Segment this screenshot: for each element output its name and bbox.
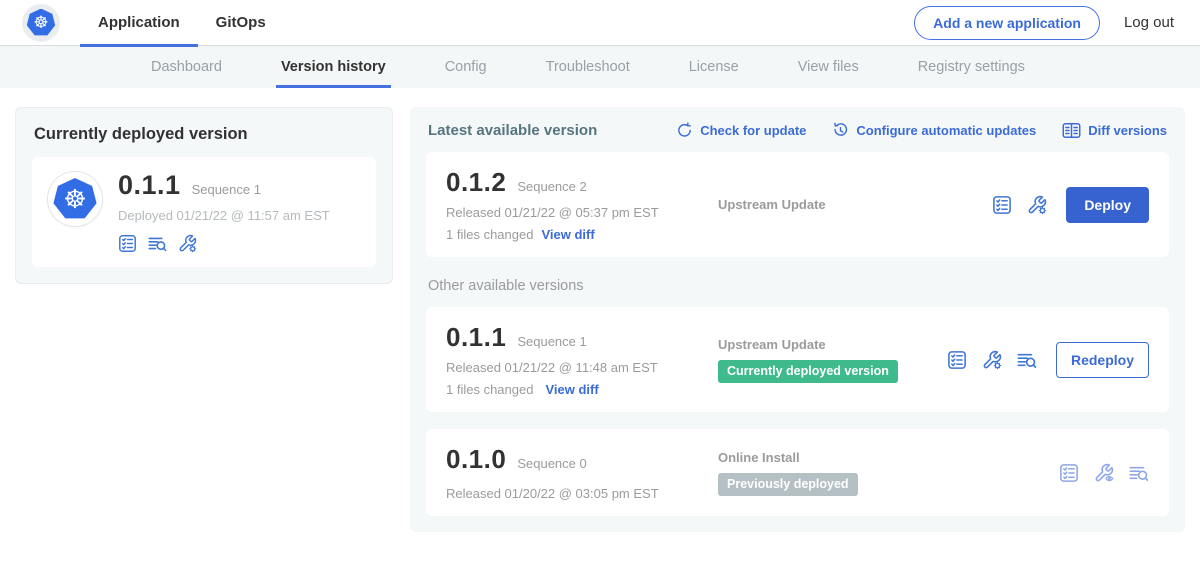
released-timestamp: Released 01/21/22 @ 11:48 am EST: [446, 360, 704, 375]
view-diff-link[interactable]: View diff: [545, 382, 598, 397]
subnav-tab-view-files[interactable]: View files: [797, 46, 860, 88]
files-changed-label: 1 files changed: [446, 382, 533, 397]
source-label: Upstream Update: [718, 197, 992, 212]
version-number: 0.1.2: [446, 167, 506, 198]
app-subnav: Dashboard Version history Config Trouble…: [0, 46, 1200, 88]
deploy-logs-icon[interactable]: [148, 234, 167, 253]
currently-deployed-card: Currently deployed version ☸ 0.1.1 Seque…: [15, 107, 393, 284]
view-diff-link[interactable]: View diff: [541, 227, 594, 242]
release-notes-icon[interactable]: [118, 234, 137, 253]
version-info: 0.1.1 Sequence 1 Released 01/21/22 @ 11:…: [446, 322, 704, 397]
currently-deployed-badge: Currently deployed version: [718, 360, 898, 383]
version-info: 0.1.2 Sequence 2 Released 01/21/22 @ 05:…: [446, 167, 704, 242]
previously-deployed-badge: Previously deployed: [718, 473, 858, 496]
version-info: 0.1.0 Sequence 0 Released 01/20/22 @ 03:…: [446, 444, 704, 501]
app-logo: ☸: [22, 4, 60, 42]
logout-button[interactable]: Log out: [1124, 14, 1174, 31]
version-number: 0.1.0: [446, 444, 506, 475]
version-source: Upstream Update: [704, 197, 992, 212]
version-row-0-1-0: 0.1.0 Sequence 0 Released 01/20/22 @ 03:…: [426, 429, 1169, 516]
available-versions-header: Latest available version Check for updat…: [426, 119, 1169, 140]
tab-application[interactable]: Application: [96, 0, 182, 46]
subnav-tab-config[interactable]: Config: [444, 46, 488, 88]
deployed-version-info: 0.1.1 Sequence 1 Deployed 01/21/22 @ 11:…: [118, 170, 330, 253]
subnav-tab-troubleshoot[interactable]: Troubleshoot: [545, 46, 631, 88]
deploy-button[interactable]: Deploy: [1066, 187, 1149, 223]
version-row-actions: [1059, 463, 1149, 483]
check-for-update-link[interactable]: Check for update: [676, 122, 806, 139]
edit-config-icon[interactable]: [982, 350, 1002, 370]
deploy-logs-icon[interactable]: [1017, 350, 1037, 370]
configure-automatic-updates-label: Configure automatic updates: [856, 123, 1036, 138]
view-config-icon[interactable]: [1094, 463, 1114, 483]
subnav-tab-version-history[interactable]: Version history: [280, 46, 387, 88]
release-notes-icon[interactable]: [992, 195, 1012, 215]
header-tabs: Application GitOps: [80, 0, 284, 46]
tab-gitops[interactable]: GitOps: [214, 0, 268, 46]
other-available-versions-title: Other available versions: [428, 278, 1167, 294]
kubernetes-logo-icon: ☸: [27, 9, 56, 37]
check-for-update-label: Check for update: [700, 123, 806, 138]
source-label: Online Install: [718, 450, 1059, 465]
schedule-update-icon: [832, 122, 849, 139]
diff-versions-label: Diff versions: [1088, 123, 1167, 138]
diff-versions-icon: [1062, 121, 1081, 140]
released-timestamp: Released 01/20/22 @ 03:05 pm EST: [446, 486, 704, 501]
files-changed-label: 1 files changed: [446, 227, 533, 242]
release-notes-icon[interactable]: [947, 350, 967, 370]
app-icon-ring: ☸: [48, 172, 102, 226]
version-row-0-1-2: 0.1.2 Sequence 2 Released 01/21/22 @ 05:…: [426, 152, 1169, 257]
version-row-0-1-1: 0.1.1 Sequence 1 Released 01/21/22 @ 11:…: [426, 307, 1169, 412]
app-header: ☸ Application GitOps Add a new applicati…: [0, 0, 1200, 46]
version-source: Online Install Previously deployed: [704, 450, 1059, 496]
released-timestamp: Released 01/21/22 @ 05:37 pm EST: [446, 205, 704, 220]
available-versions-panel: Latest available version Check for updat…: [410, 107, 1185, 532]
sequence-label: Sequence 1: [517, 334, 586, 349]
version-source: Upstream Update Currently deployed versi…: [704, 337, 947, 383]
subnav-tab-dashboard[interactable]: Dashboard: [150, 46, 223, 88]
diff-versions-link[interactable]: Diff versions: [1062, 121, 1167, 140]
sequence-label: Sequence 0: [517, 456, 586, 471]
header-actions: Add a new application Log out: [914, 6, 1174, 40]
version-row-actions: Redeploy: [947, 342, 1149, 378]
deployed-timestamp: Deployed 01/21/22 @ 11:57 am EST: [118, 208, 330, 223]
subnav-tab-registry-settings[interactable]: Registry settings: [917, 46, 1026, 88]
sequence-label: Sequence 2: [517, 179, 586, 194]
deployed-sequence-label: Sequence 1: [192, 182, 261, 197]
deploy-logs-icon[interactable]: [1129, 463, 1149, 483]
currently-deployed-version-card: ☸ 0.1.1 Sequence 1 Deployed 01/21/22 @ 1…: [32, 157, 376, 267]
version-actions: Check for update Configure automatic upd…: [676, 121, 1167, 140]
redeploy-button[interactable]: Redeploy: [1056, 342, 1149, 378]
version-row-actions: Deploy: [992, 187, 1149, 223]
add-new-application-button[interactable]: Add a new application: [914, 6, 1100, 40]
kubernetes-app-icon: ☸: [53, 178, 97, 220]
edit-config-icon[interactable]: [178, 234, 197, 253]
currently-deployed-title: Currently deployed version: [34, 125, 374, 144]
refresh-icon: [676, 122, 693, 139]
latest-available-title: Latest available version: [428, 122, 597, 139]
edit-config-icon[interactable]: [1027, 195, 1047, 215]
release-notes-icon[interactable]: [1059, 463, 1079, 483]
deployed-version-number: 0.1.1: [118, 170, 181, 201]
source-label: Upstream Update: [718, 337, 947, 352]
configure-automatic-updates-link[interactable]: Configure automatic updates: [832, 122, 1036, 139]
subnav-tab-license[interactable]: License: [688, 46, 740, 88]
version-number: 0.1.1: [446, 322, 506, 353]
main-content: Currently deployed version ☸ 0.1.1 Seque…: [0, 88, 1200, 551]
